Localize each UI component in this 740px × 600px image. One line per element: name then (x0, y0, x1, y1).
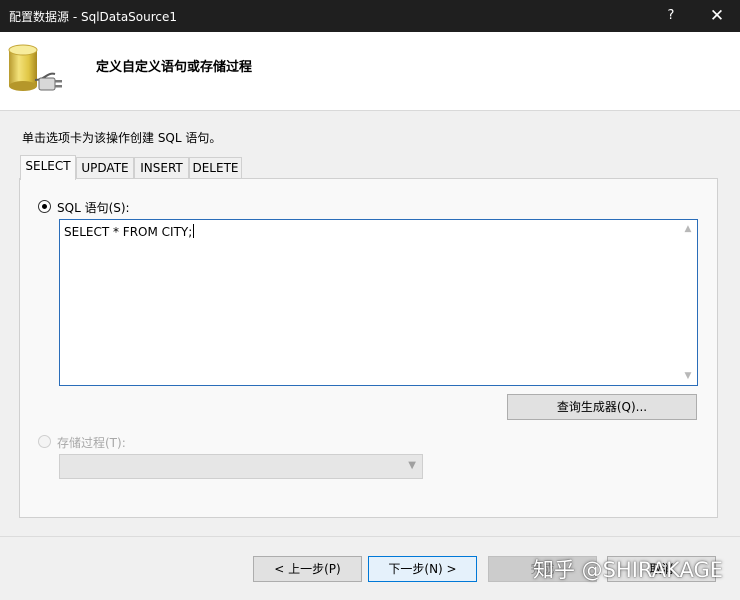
wizard-header: 定义自定义语句或存储过程 (0, 32, 740, 110)
tab-update[interactable]: UPDATE (76, 157, 134, 179)
text-caret (193, 224, 195, 238)
instruction-text: 单击选项卡为该操作创建 SQL 语句。 (22, 131, 222, 145)
scroll-up-icon[interactable]: ▲ (683, 224, 693, 234)
close-button[interactable]: ✕ (694, 0, 740, 32)
tab-insert[interactable]: INSERT (134, 157, 189, 179)
sql-statement-textbox[interactable]: SELECT * FROM CITY; ▲ ▼ (59, 219, 698, 386)
previous-button[interactable]: < 上一步(P) (253, 556, 362, 582)
page-heading: 定义自定义语句或存储过程 (96, 60, 253, 75)
scroll-down-icon[interactable]: ▼ (683, 371, 693, 381)
help-button[interactable]: ? (648, 0, 694, 32)
window-title: 配置数据源 - SqlDataSource1 (9, 10, 178, 24)
sql-statement-text: SELECT * FROM CITY; (64, 224, 195, 239)
tab-delete[interactable]: DELETE (189, 157, 242, 179)
sql-statement-label: SQL 语句(S): (57, 201, 130, 215)
query-builder-button[interactable]: 查询生成器(Q)... (507, 394, 697, 420)
stored-procedure-dropdown[interactable]: ▼ (59, 454, 423, 479)
title-bar: 配置数据源 - SqlDataSource1 ? ✕ (0, 0, 740, 32)
next-button[interactable]: 下一步(N) > (368, 556, 477, 582)
watermark-text: 知乎 @SHIRAKAGE (533, 558, 724, 582)
chevron-down-icon: ▼ (408, 460, 416, 471)
sql-statement-radio[interactable] (38, 200, 51, 213)
footer-separator (0, 536, 740, 537)
stored-procedure-label: 存储过程(T): (57, 436, 126, 450)
radio-selected-dot (42, 204, 47, 209)
tab-select[interactable]: SELECT (20, 155, 76, 180)
stored-procedure-radio[interactable] (38, 435, 51, 448)
database-connector-icon (8, 44, 62, 91)
